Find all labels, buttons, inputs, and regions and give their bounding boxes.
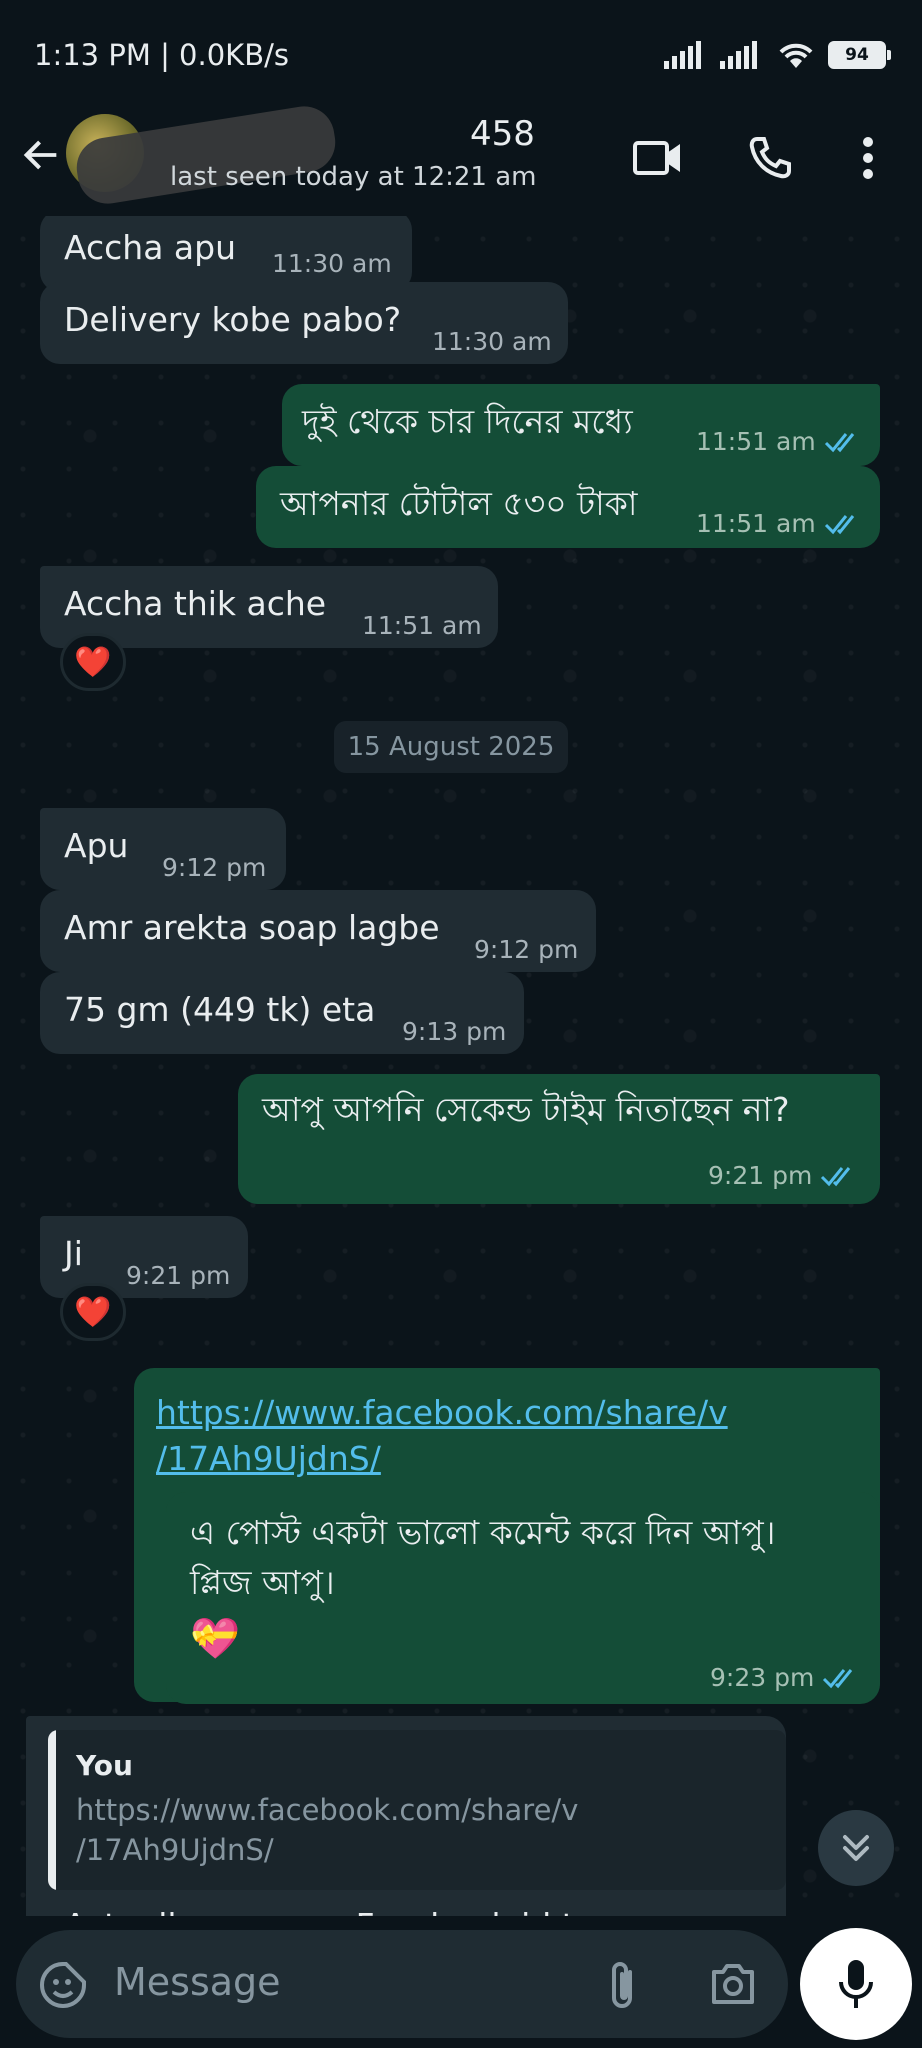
- more-options-button[interactable]: [838, 128, 898, 188]
- message-text: Apu: [64, 826, 129, 865]
- message-meta: 11:51 am: [696, 502, 862, 546]
- message-text: Delivery kobe pabo?: [64, 300, 402, 339]
- more-vert-icon: [863, 137, 873, 179]
- message-time: 9:21 pm: [708, 1161, 813, 1190]
- message-time: 11:30 am: [272, 249, 392, 278]
- signal-icon: [664, 41, 701, 69]
- voice-call-button[interactable]: [740, 128, 800, 188]
- quote-text: /17Ah9UjdnS/: [76, 1833, 274, 1867]
- message-text: Ji: [64, 1234, 83, 1273]
- message-text: Accha thik ache: [64, 584, 327, 623]
- message-incoming[interactable]: Apu 9:12 pm: [40, 808, 286, 890]
- status-bar: 1:13 PM | 0.0KB/s 94: [0, 0, 922, 114]
- message-link[interactable]: /17Ah9UjdnS/: [156, 1436, 728, 1482]
- message-text: এ পোস্ট একটা ভালো কমেন্ট করে দিন আপু।: [190, 1513, 776, 1552]
- message-time: 9:21 pm: [126, 1261, 231, 1290]
- message-incoming[interactable]: Ji 9:21 pm: [40, 1216, 248, 1298]
- reaction-heart[interactable]: ❤️: [60, 1283, 126, 1341]
- message-text-block: এ পোস্ট একটা ভালো কমেন্ট করে দিন আপু। প্…: [190, 1508, 775, 1664]
- message-text: আপু আপনি সেকেন্ড টাইম নিতাছেন না?: [262, 1090, 790, 1129]
- quote-text: https://www.facebook.com/share/v: [76, 1793, 579, 1827]
- message-incoming[interactable]: Amr arekta soap lagbe 9:12 pm: [40, 890, 596, 972]
- message-link[interactable]: https://www.facebook.com/share/v: [156, 1390, 728, 1436]
- message-outgoing[interactable]: এ পোস্ট একটা ভালো কমেন্ট করে দিন আপু। প্…: [166, 1492, 880, 1704]
- message-text: আপনার টোটাল ৫৩০ টাকা: [280, 484, 638, 523]
- message-outgoing[interactable]: আপনার টোটাল ৫৩০ টাকা 11:51 am: [256, 466, 880, 548]
- message-incoming[interactable]: 75 gm (449 tk) eta 9:13 pm: [40, 972, 524, 1054]
- date-separator: 15 August 2025: [334, 721, 568, 773]
- sticker-icon[interactable]: [38, 1960, 88, 2010]
- message-input[interactable]: Message: [114, 1960, 281, 2004]
- message-outgoing[interactable]: আপু আপনি সেকেন্ড টাইম নিতাছেন না? 9:21 p…: [238, 1074, 880, 1204]
- back-arrow-icon[interactable]: [18, 132, 64, 178]
- message-time: 9:13 pm: [402, 1017, 507, 1046]
- mic-icon: [839, 1960, 873, 2008]
- video-call-button[interactable]: [628, 128, 688, 188]
- message-meta: 9:23 pm: [710, 1656, 860, 1700]
- message-meta: 11:51 am: [696, 420, 862, 464]
- attach-icon[interactable]: [604, 1958, 640, 2012]
- voice-message-button[interactable]: [800, 1928, 912, 2040]
- last-seen: last seen today at 12:21 am: [170, 162, 537, 192]
- message-incoming[interactable]: Delivery kobe pabo? 11:30 am: [40, 282, 568, 364]
- quote-text-block: https://www.facebook.com/share/v /17Ah9U…: [76, 1790, 578, 1870]
- message-time: 9:12 pm: [162, 853, 267, 882]
- double-tick-icon: [824, 433, 854, 453]
- wifi-icon: [779, 43, 813, 68]
- message-incoming[interactable]: Accha apu 11:30 am: [40, 216, 412, 292]
- message-outgoing[interactable]: দুই থেকে চার দিনের মধ্যে 11:51 am: [282, 384, 880, 466]
- message-time: 11:51 am: [362, 611, 482, 640]
- quote-author: You: [76, 1749, 133, 1782]
- double-tick-icon: [824, 515, 854, 535]
- message-text: প্লিজ আপু।: [190, 1563, 335, 1602]
- status-time: 1:13 PM | 0.0KB/s: [34, 38, 289, 72]
- message-text: Amr arekta soap lagbe: [64, 908, 440, 947]
- link-block[interactable]: https://www.facebook.com/share/v /17Ah9U…: [156, 1390, 728, 1482]
- battery-indicator: 94: [828, 41, 891, 69]
- quoted-message[interactable]: You https://www.facebook.com/share/v /17…: [48, 1730, 786, 1890]
- scroll-to-bottom-button[interactable]: [818, 1810, 894, 1886]
- message-text: Accha apu: [64, 228, 236, 267]
- message-text: দুই থেকে চার দিনের মধ্যে: [302, 402, 633, 441]
- message-time: 9:23 pm: [710, 1663, 815, 1692]
- message-time: 11:51 am: [696, 509, 816, 538]
- double-tick-icon: [823, 1669, 853, 1689]
- message-input-bar[interactable]: Message: [16, 1930, 788, 2038]
- chevron-double-down-icon: [843, 1835, 869, 1861]
- reply-message-bubble[interactable]: You https://www.facebook.com/share/v /17…: [26, 1716, 786, 1916]
- chat-header: 458 last seen today at 12:21 am: [0, 102, 922, 216]
- message-text: Actually apu amr Facebook id ta: [64, 1904, 595, 1916]
- chat-messages[interactable]: Accha apu 11:30 am Delivery kobe pabo? 1…: [0, 216, 922, 1916]
- message-text: 75 gm (449 tk) eta: [64, 990, 376, 1029]
- phone-icon: [749, 137, 791, 179]
- video-call-icon: [633, 141, 680, 175]
- camera-icon[interactable]: [708, 1960, 758, 2008]
- signal-icon: [720, 41, 757, 69]
- double-tick-icon: [821, 1167, 851, 1187]
- contact-name[interactable]: 458: [470, 114, 535, 154]
- quote-accent-bar: [48, 1730, 56, 1890]
- message-time: 11:51 am: [696, 427, 816, 456]
- message-meta: 9:21 pm: [708, 1154, 858, 1198]
- reaction-heart[interactable]: ❤️: [60, 633, 126, 691]
- gift-heart-emoji: 💝: [190, 1616, 240, 1662]
- status-icons: 94: [664, 40, 891, 70]
- message-time: 11:30 am: [432, 327, 552, 356]
- message-time: 9:12 pm: [474, 935, 579, 964]
